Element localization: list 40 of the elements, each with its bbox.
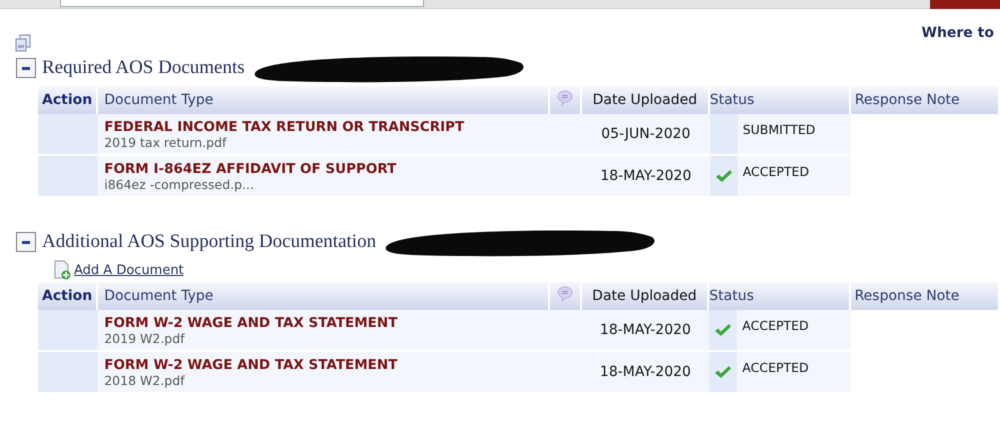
file-name: 2019 tax return.pdf bbox=[104, 134, 228, 150]
column-header: Action bbox=[38, 86, 98, 114]
section-title: Required AOS Documents bbox=[42, 57, 245, 79]
comment-icon bbox=[557, 90, 574, 106]
documents-icon[interactable] bbox=[14, 34, 32, 52]
column-header: Document Type bbox=[98, 282, 550, 310]
column-header: Status bbox=[710, 86, 851, 114]
section-title: Additional AOS Supporting Documentation bbox=[42, 231, 376, 253]
comment-icon bbox=[556, 286, 573, 302]
column-header: Status bbox=[709, 282, 851, 310]
upload-date: 18-MAY-2020 bbox=[582, 156, 710, 198]
add-document-icon[interactable] bbox=[53, 260, 71, 280]
checkmark-icon bbox=[714, 365, 732, 379]
document-type-link[interactable]: FORM W-2 WAGE AND TAX STATEMENT bbox=[104, 314, 546, 330]
add-document-link[interactable]: Add A Document bbox=[74, 262, 184, 278]
where-to-link[interactable]: Where to bbox=[922, 25, 994, 41]
checkmark-icon bbox=[714, 169, 733, 183]
status-text: SUBMITTED bbox=[742, 121, 816, 139]
column-header: Response Note bbox=[850, 282, 1000, 310]
file-name: i864ez -compressed.p... bbox=[104, 176, 255, 192]
document-type-link[interactable]: FORM I-864EZ AFFIDAVIT OF SUPPORT bbox=[104, 160, 546, 176]
upload-date: 18-MAY-2020 bbox=[582, 310, 710, 352]
upload-date: 05-JUN-2020 bbox=[582, 114, 710, 156]
column-header: Response Note bbox=[850, 86, 1000, 114]
collapse-icon[interactable] bbox=[16, 232, 36, 252]
column-header: Date Uploaded bbox=[582, 282, 710, 310]
document-type-link[interactable]: FORM W-2 WAGE AND TAX STATEMENT bbox=[104, 356, 546, 372]
status-text: ACCEPTED bbox=[741, 317, 809, 335]
file-name: 2019 W2.pdf bbox=[104, 330, 186, 346]
checkmark-icon bbox=[714, 323, 732, 337]
column-header: Date Uploaded bbox=[582, 86, 710, 114]
collapse-icon[interactable] bbox=[16, 58, 36, 78]
search-field[interactable] bbox=[60, 0, 424, 7]
document-type-link[interactable]: FEDERAL INCOME TAX RETURN OR TRANSCRIPT bbox=[104, 118, 546, 134]
status-text: ACCEPTED bbox=[742, 163, 810, 181]
status-text: ACCEPTED bbox=[741, 359, 809, 377]
column-header: Action bbox=[38, 282, 98, 310]
upload-date: 18-MAY-2020 bbox=[582, 352, 710, 394]
column-header: Document Type bbox=[98, 86, 550, 114]
file-name: 2018 W2.pdf bbox=[104, 372, 186, 388]
